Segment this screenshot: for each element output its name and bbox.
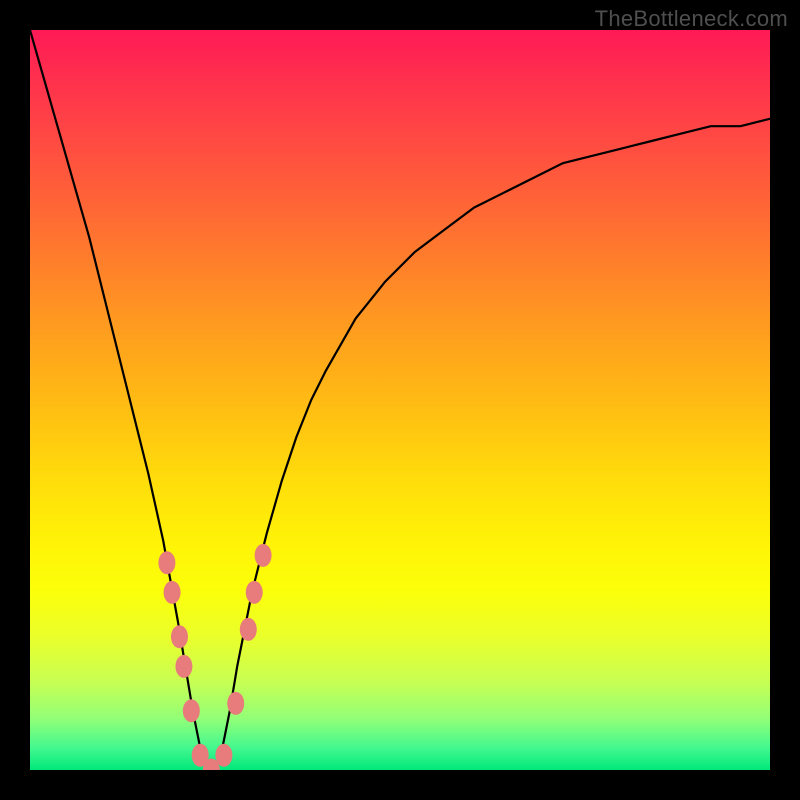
bottleneck-curve xyxy=(30,30,770,770)
plot-area xyxy=(30,30,770,770)
chart-frame: TheBottleneck.com xyxy=(0,0,800,800)
curve-marker xyxy=(246,581,263,604)
curve-marker xyxy=(240,618,257,641)
curve-marker xyxy=(183,699,200,722)
curve-layer xyxy=(30,30,770,770)
curve-marker xyxy=(227,692,244,715)
curve-marker xyxy=(175,655,192,678)
curve-marker xyxy=(255,544,272,567)
watermark-text: TheBottleneck.com xyxy=(595,6,788,32)
curve-marker xyxy=(164,581,181,604)
curve-marker xyxy=(171,625,188,648)
curve-marker xyxy=(158,551,175,574)
curve-marker xyxy=(215,744,232,767)
